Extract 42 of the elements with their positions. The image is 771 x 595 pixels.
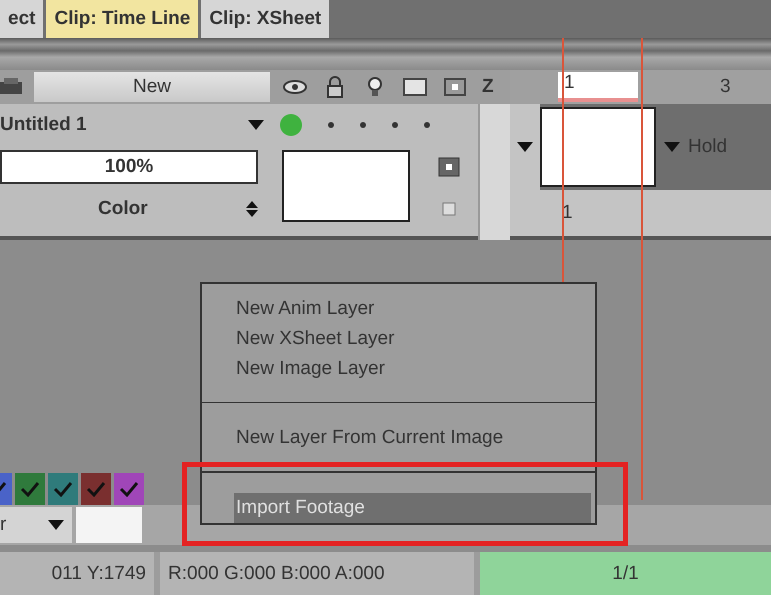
- dot-icon[interactable]: [392, 122, 398, 128]
- frame-counter: 1/1: [480, 552, 771, 595]
- menu-item[interactable]: New Anim Layer: [202, 294, 595, 324]
- dropdown-arrow-icon[interactable]: [517, 142, 533, 152]
- ruler[interactable]: 1 3: [510, 70, 771, 104]
- marker-line[interactable]: [641, 38, 643, 500]
- ruler-number: 1: [558, 72, 638, 102]
- color-swatch[interactable]: [114, 473, 144, 505]
- ruler-number: 3: [720, 76, 731, 98]
- dot-icon[interactable]: [424, 122, 430, 128]
- square-icon[interactable]: [402, 76, 428, 98]
- menu-item[interactable]: New Image Layer: [202, 354, 595, 384]
- menu-item[interactable]: New Layer From Current Image: [202, 423, 595, 454]
- color-swatch[interactable]: [81, 473, 111, 505]
- tab[interactable]: ect: [0, 0, 44, 38]
- dropdown[interactable]: r: [0, 507, 72, 543]
- layer-name: Untitled 1: [0, 114, 87, 136]
- up-down-arrow-icon[interactable]: [246, 201, 258, 217]
- dot-icon[interactable]: [328, 122, 334, 128]
- coordinates: 011 Y:1749: [0, 552, 154, 595]
- tab[interactable]: Clip: XSheet: [201, 0, 330, 38]
- input-field[interactable]: [76, 507, 142, 543]
- dot-icon[interactable]: [360, 122, 366, 128]
- scrollbar[interactable]: [478, 104, 510, 240]
- status-dot[interactable]: [280, 114, 302, 136]
- layer-icon[interactable]: [0, 78, 24, 96]
- menu-item[interactable]: Import Footage: [234, 493, 591, 523]
- menu-item[interactable]: New XSheet Layer: [202, 324, 595, 354]
- opacity-field[interactable]: 100%: [0, 150, 258, 184]
- dropdown-arrow-icon: [48, 520, 64, 530]
- frame-cell[interactable]: [540, 107, 656, 187]
- blend-mode[interactable]: Color: [98, 198, 148, 220]
- frame-number: 1: [562, 202, 573, 224]
- color-readout: R:000 G:000 B:000 A:000: [160, 552, 474, 595]
- color-swatch[interactable]: [15, 473, 45, 505]
- dropdown-value: r: [0, 514, 6, 536]
- dropdown-arrow-icon[interactable]: [248, 120, 264, 130]
- color-swatch[interactable]: [48, 473, 78, 505]
- new-button[interactable]: New: [34, 72, 270, 102]
- layer-row[interactable]: Untitled 1 100% Color: [0, 104, 478, 240]
- tab[interactable]: Clip: Time Line: [46, 0, 198, 38]
- z-label: Z: [482, 76, 494, 98]
